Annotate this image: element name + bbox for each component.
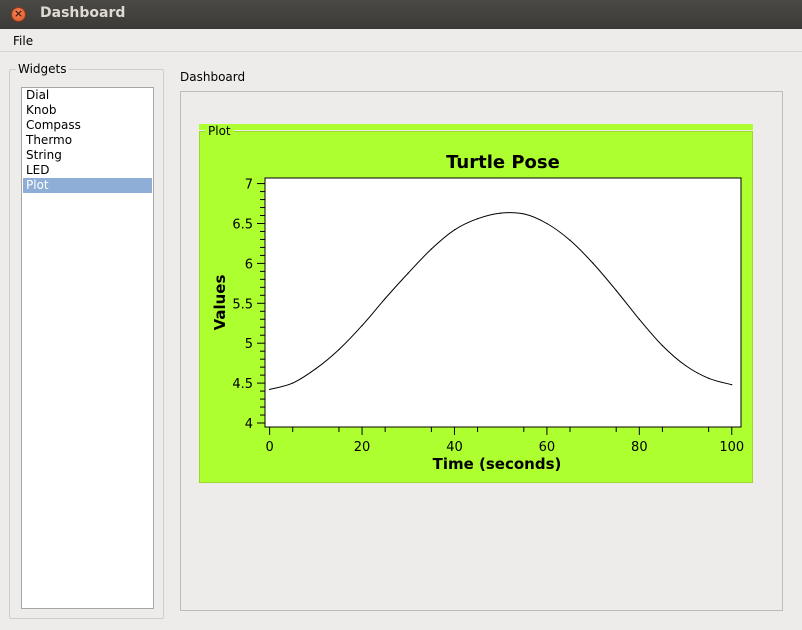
data-point [569, 239, 571, 241]
y-tick-label: 5.5 [232, 297, 253, 312]
x-tick-label: 0 [265, 440, 273, 455]
menu-bar: File [0, 29, 802, 52]
data-point [615, 289, 617, 292]
x-tick-label: 20 [354, 440, 371, 455]
x-tick-label: 40 [446, 440, 463, 455]
x-tick-label: 80 [631, 440, 648, 455]
data-point [453, 229, 456, 231]
plot-chart: Turtle Pose 0 20 40 60 80 100 4 4.5 5 5.5 6 6.5 7 Time… [211, 152, 744, 473]
x-axis-label: Time (seconds) [433, 455, 562, 473]
widgets-group-title: Widgets [16, 62, 69, 76]
x-tick-label: 100 [719, 440, 744, 455]
data-point [292, 382, 294, 384]
y-axis-label: Values [211, 275, 229, 331]
y-tick-label: 4 [245, 417, 253, 432]
widget-list-item-compass[interactable]: Compass [22, 118, 153, 133]
dashboard-label: Dashboard [180, 70, 246, 84]
data-point [500, 212, 502, 214]
data-point [384, 297, 386, 300]
data-point [731, 384, 733, 386]
widget-list-item-thermo[interactable]: Thermo [22, 133, 153, 148]
data-point [269, 388, 271, 391]
data-point [638, 318, 640, 320]
data-point [315, 368, 317, 370]
data-point [523, 213, 525, 215]
data-point [361, 325, 363, 327]
data-point [407, 272, 409, 274]
data-point [708, 377, 710, 379]
y-tick-label: 6 [245, 257, 253, 272]
window-title: Dashboard [40, 5, 126, 21]
close-icon: × [13, 7, 24, 20]
y-tick-label: 6.5 [232, 217, 253, 232]
widget-list-item-knob[interactable]: Knob [22, 103, 153, 118]
widget-list-item-string[interactable]: String [22, 148, 153, 163]
widget-list-item-dial[interactable]: Dial [22, 88, 153, 103]
y-tick-label: 7 [245, 178, 253, 193]
title-bar: × Dashboard [0, 0, 802, 29]
widget-list-item-plot[interactable]: Plot [23, 178, 152, 193]
menu-file[interactable]: File [13, 34, 33, 48]
data-point [430, 248, 432, 250]
plot-area [264, 177, 742, 428]
y-tick-label: 4.5 [232, 377, 253, 392]
data-point [684, 364, 687, 367]
data-point [661, 344, 664, 347]
widget-list[interactable]: Dial Knob Compass Thermo String LED Plot [21, 87, 154, 609]
data-point [338, 348, 340, 351]
chart-title: Turtle Pose [446, 152, 560, 173]
close-button[interactable]: × [11, 7, 26, 22]
data-point [592, 262, 594, 264]
y-tick-label: 5 [245, 337, 253, 352]
data-point [546, 222, 548, 225]
plot-top-strip [199, 124, 753, 130]
x-tick-label: 60 [539, 440, 556, 455]
widget-list-item-led[interactable]: LED [22, 163, 153, 178]
data-point [476, 218, 479, 220]
